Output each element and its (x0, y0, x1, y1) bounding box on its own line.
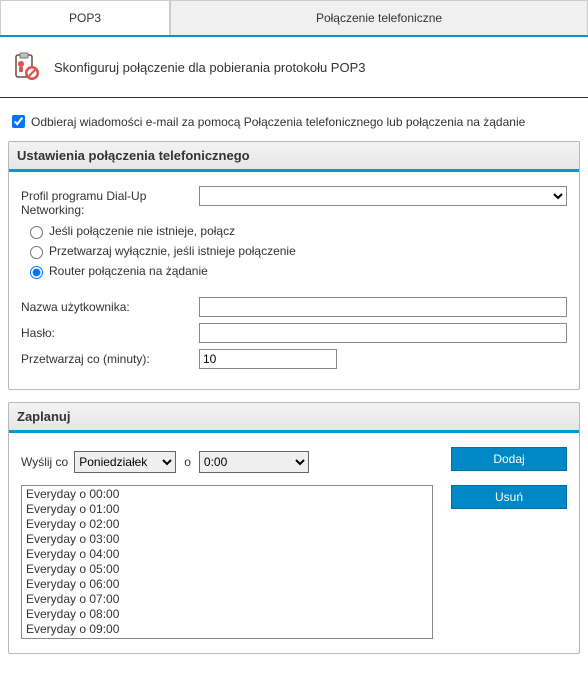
radio-connect-if-none[interactable] (30, 226, 43, 239)
interval-input[interactable] (199, 349, 337, 369)
username-input[interactable] (199, 297, 567, 317)
list-item[interactable]: Everyday o 00:00 (24, 487, 430, 502)
list-item[interactable]: Everyday o 07:00 (24, 592, 430, 607)
list-item[interactable]: Everyday o 06:00 (24, 577, 430, 592)
list-item[interactable]: Everyday o 09:00 (24, 622, 430, 637)
receive-checkbox-label: Odbieraj wiadomości e-mail za pomocą Poł… (31, 115, 525, 129)
header: Skonfiguruj połączenie dla pobierania pr… (0, 37, 588, 98)
tab-pop3[interactable]: POP3 (0, 0, 170, 35)
list-item[interactable]: Everyday o 01:00 (24, 502, 430, 517)
dialup-settings-title: Ustawienia połączenia telefonicznego (9, 142, 579, 172)
password-label: Hasło: (21, 323, 199, 340)
receive-checkbox[interactable] (12, 115, 25, 128)
dialup-settings-section: Ustawienia połączenia telefonicznego Pro… (8, 141, 580, 390)
username-label: Nazwa użytkownika: (21, 297, 199, 314)
list-item[interactable]: Everyday o 08:00 (24, 607, 430, 622)
profile-label: Profil programu Dial-Up Networking: (21, 186, 199, 217)
delete-button[interactable]: Usuń (451, 485, 567, 509)
list-item[interactable]: Everyday o 02:00 (24, 517, 430, 532)
schedule-listbox[interactable]: Everyday o 00:00 Everyday o 01:00 Everyd… (21, 485, 433, 639)
radio-on-demand-router[interactable] (30, 266, 43, 279)
add-button[interactable]: Dodaj (451, 447, 567, 471)
list-item[interactable]: Everyday o 05:00 (24, 562, 430, 577)
list-item[interactable]: Everyday o 03:00 (24, 532, 430, 547)
radio-on-demand-router-label: Router połączenia na żądanie (49, 264, 208, 278)
receive-checkbox-row: Odbieraj wiadomości e-mail za pomocą Poł… (8, 112, 580, 131)
list-item[interactable]: Everyday o 04:00 (24, 547, 430, 562)
clipboard-block-icon (10, 51, 42, 83)
time-select[interactable]: 0:00 (199, 451, 309, 473)
header-text: Skonfiguruj połączenie dla pobierania pr… (54, 60, 365, 75)
radio-connect-if-none-label: Jeśli połączenie nie istnieje, połącz (49, 224, 235, 238)
schedule-title: Zaplanuj (9, 403, 579, 433)
at-label: o (184, 455, 191, 469)
radio-only-if-connected-label: Przetwarzaj wyłącznie, jeśli istnieje po… (49, 244, 296, 258)
profile-select[interactable] (199, 186, 567, 206)
send-every-label: Wyślij co (21, 455, 68, 469)
interval-label: Przetwarzaj co (minuty): (21, 349, 199, 366)
tab-bar: POP3 Połączenie telefoniczne (0, 0, 588, 37)
password-input[interactable] (199, 323, 567, 343)
day-select[interactable]: Poniedziałek (74, 451, 176, 473)
radio-only-if-connected[interactable] (30, 246, 43, 259)
tab-dialup[interactable]: Połączenie telefoniczne (170, 0, 588, 35)
schedule-section: Zaplanuj Wyślij co Poniedziałek o 0:00 D… (8, 402, 580, 654)
